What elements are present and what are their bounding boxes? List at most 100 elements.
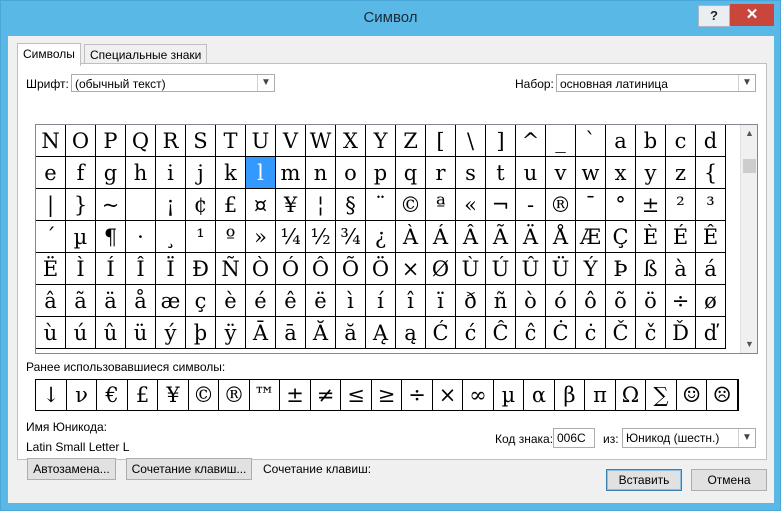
symbol-cell[interactable]: ą <box>396 317 426 349</box>
symbol-cell[interactable]: w <box>576 157 606 189</box>
symbol-cell[interactable]: ê <box>276 285 306 317</box>
symbol-cell[interactable]: ® <box>546 189 576 221</box>
symbol-grid[interactable]: N O P Q R S T U V W X Y Z[\] ^ _ ` a b c d e f g h i j k l m n o p q r s t u… <box>35 124 758 354</box>
symbol-cell[interactable]: r <box>426 157 456 189</box>
recent-symbol-cell[interactable]: ☹ <box>707 380 738 410</box>
symbol-cell[interactable]: k <box>216 157 246 189</box>
symbol-cell[interactable]: á <box>696 253 726 285</box>
chevron-down-icon[interactable]: ▼ <box>738 429 755 447</box>
symbol-cell[interactable]: Í <box>96 253 126 285</box>
symbol-cell[interactable]: ¡ <box>156 189 186 221</box>
symbol-cell[interactable]: Õ <box>336 253 366 285</box>
symbol-cell[interactable]: č <box>636 317 666 349</box>
symbol-cell[interactable]: î <box>396 285 426 317</box>
symbol-cell[interactable]: í <box>366 285 396 317</box>
symbol-cell[interactable]: ² <box>666 189 696 221</box>
symbol-cell[interactable]: Ò <box>246 253 276 285</box>
symbol-cell[interactable]: ç <box>186 285 216 317</box>
symbol-cell[interactable]: þ <box>186 317 216 349</box>
symbol-cell[interactable]: ¢ <box>186 189 216 221</box>
symbol-cell[interactable]: û <box>96 317 126 349</box>
recent-symbol-cell[interactable]: ∞ <box>463 380 494 410</box>
symbol-cell[interactable]: å <box>126 285 156 317</box>
symbol-cell[interactable]: a <box>606 125 636 157</box>
symbol-cell[interactable]: Ö <box>366 253 396 285</box>
symbol-cell[interactable]: Û <box>516 253 546 285</box>
help-button[interactable]: ? <box>698 5 730 27</box>
recent-symbol-cell[interactable]: £ <box>128 380 158 410</box>
tab-symbols[interactable]: Символы <box>17 43 81 66</box>
symbol-cell[interactable]: Å <box>546 221 576 253</box>
recent-symbol-cell[interactable]: ® <box>219 380 250 410</box>
symbol-cell[interactable]: è <box>216 285 246 317</box>
close-button[interactable]: ✕ <box>730 4 774 26</box>
autocorrect-button[interactable]: Автозамена... <box>27 458 116 480</box>
symbol-cell[interactable]: ³ <box>696 189 726 221</box>
symbol-cell[interactable]: ¿ <box>366 221 396 253</box>
symbol-cell[interactable]: \ <box>456 125 486 157</box>
shortcut-key-button[interactable]: Сочетание клавиш... <box>126 458 252 480</box>
symbol-cell[interactable]: à <box>666 253 696 285</box>
symbol-cell[interactable]: © <box>396 189 426 221</box>
symbol-cell[interactable]: ì <box>336 285 366 317</box>
symbol-cell[interactable]: ¬ <box>486 189 516 221</box>
symbol-cell[interactable]: s <box>456 157 486 189</box>
symbol-cell[interactable]: ] <box>486 125 516 157</box>
recent-symbol-cell[interactable]: ∑ <box>646 380 677 410</box>
symbol-cell[interactable]: V <box>276 125 306 157</box>
symbol-cell[interactable]: x <box>606 157 636 189</box>
symbol-cell[interactable]: £ <box>216 189 246 221</box>
symbol-cell[interactable]: ß <box>636 253 666 285</box>
recent-symbol-cell[interactable]: Ω <box>616 380 646 410</box>
symbol-cell[interactable]: ¨ <box>366 189 396 221</box>
recent-symbol-cell[interactable]: ≠ <box>311 380 341 410</box>
recent-symbol-cell[interactable]: ÷ <box>402 380 433 410</box>
symbol-cell[interactable]: ã <box>66 285 96 317</box>
symbol-cell[interactable]: Ê <box>696 221 726 253</box>
symbol-cell[interactable]: ÿ <box>216 317 246 349</box>
symbol-cell[interactable]: | <box>36 189 66 221</box>
symbol-cell[interactable]: ô <box>576 285 606 317</box>
symbol-cell[interactable] <box>126 189 156 221</box>
symbol-cell[interactable]: Æ <box>576 221 606 253</box>
symbol-cell[interactable]: l <box>246 157 276 189</box>
symbol-cell[interactable]: - <box>516 189 546 221</box>
recent-symbol-cell[interactable]: ™ <box>250 380 280 410</box>
symbol-cell[interactable]: Ó <box>276 253 306 285</box>
symbol-cell[interactable]: b <box>636 125 666 157</box>
symbol-cell[interactable]: ă <box>336 317 366 349</box>
symbol-cell[interactable]: ë <box>306 285 336 317</box>
symbol-cell[interactable]: e <box>36 157 66 189</box>
symbol-cell[interactable]: [ <box>426 125 456 157</box>
symbol-cell[interactable]: Ą <box>366 317 396 349</box>
symbol-cell[interactable]: d <box>696 125 726 157</box>
symbol-cell[interactable]: v <box>546 157 576 189</box>
symbol-cell[interactable]: ä <box>96 285 126 317</box>
symbol-cell[interactable]: ü <box>126 317 156 349</box>
symbol-cell[interactable]: ø <box>696 285 726 317</box>
symbol-cell[interactable]: ï <box>426 285 456 317</box>
title-bar[interactable]: Символ ? ✕ <box>1 1 780 35</box>
insert-button[interactable]: Вставить <box>606 469 682 491</box>
symbol-cell[interactable]: ā <box>276 317 306 349</box>
recent-symbol-cell[interactable]: µ <box>494 380 524 410</box>
symbol-cell[interactable]: æ <box>156 285 186 317</box>
symbol-cell[interactable]: ð <box>456 285 486 317</box>
symbol-cell[interactable]: ¸ <box>156 221 186 253</box>
scroll-down-icon[interactable]: ▼ <box>741 336 757 353</box>
symbol-cell[interactable]: ĉ <box>516 317 546 349</box>
symbol-cell[interactable]: Ï <box>156 253 186 285</box>
symbol-cell[interactable]: ď <box>696 317 726 349</box>
symbol-cell[interactable]: ^ <box>516 125 546 157</box>
symbol-cell[interactable]: Ô <box>306 253 336 285</box>
symbol-cell[interactable]: ° <box>606 189 636 221</box>
recent-symbol-cell[interactable]: ± <box>280 380 311 410</box>
symbol-cell[interactable]: Ć <box>426 317 456 349</box>
symbol-cell[interactable]: ¦ <box>306 189 336 221</box>
symbol-cell[interactable]: q <box>396 157 426 189</box>
recent-symbol-cell[interactable]: ☺ <box>677 380 707 410</box>
symbol-cell[interactable]: Č <box>606 317 636 349</box>
symbol-cell[interactable]: ċ <box>576 317 606 349</box>
symbol-cell[interactable]: º <box>216 221 246 253</box>
symbol-cell[interactable]: Ð <box>186 253 216 285</box>
